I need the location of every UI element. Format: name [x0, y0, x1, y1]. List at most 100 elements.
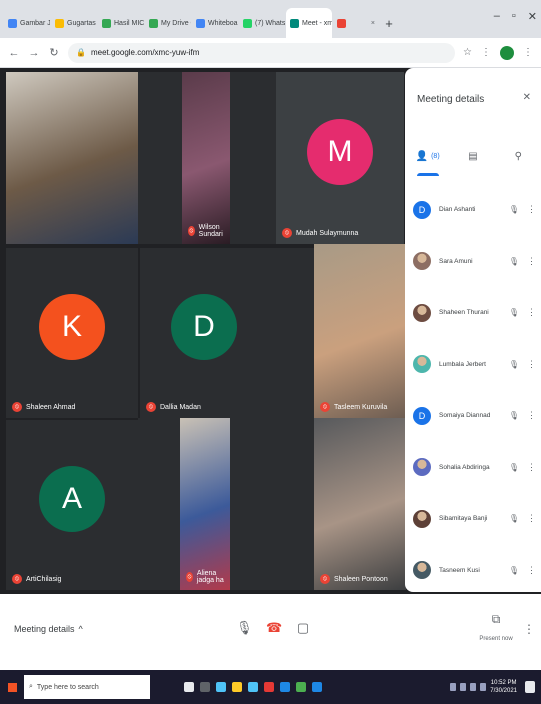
- participant-tile[interactable]: ⦸ Wilson Sundari: [182, 72, 230, 244]
- taskbar-app-icon[interactable]: [280, 682, 290, 692]
- start-button[interactable]: [0, 670, 24, 704]
- taskbar-app-icon[interactable]: [248, 682, 258, 692]
- participant-avatar: D: [171, 294, 237, 360]
- mic-muted-icon[interactable]: 🎙: [509, 566, 519, 575]
- minimize-icon[interactable]: –: [494, 10, 500, 23]
- tab-label: Whiteboard 6: [208, 19, 238, 27]
- present-now-button[interactable]: ⧉ Present now: [476, 612, 516, 645]
- participant-row[interactable]: Lumbala Jerbert 🎙 ⋮: [405, 339, 541, 391]
- participant-name: Shaheen Thurani: [439, 309, 489, 317]
- new-tab-button[interactable]: +: [380, 8, 398, 38]
- close-icon[interactable]: ✕: [523, 92, 531, 103]
- mic-muted-icon[interactable]: 🎙: [509, 205, 519, 214]
- close-window-icon[interactable]: ✕: [528, 10, 537, 23]
- tab-favicon-icon: [243, 18, 252, 28]
- mic-muted-icon[interactable]: 🎙: [509, 411, 519, 420]
- back-icon[interactable]: ←: [8, 47, 20, 59]
- panel-tab-activities[interactable]: ⚲: [503, 142, 533, 170]
- chevron-up-icon: ^: [78, 624, 83, 634]
- browser-tab[interactable]: Gugartas×: [51, 8, 97, 38]
- participant-tile[interactable]: ⦸ Aliena jadga ha: [180, 418, 230, 590]
- taskbar-app-icon[interactable]: [232, 682, 242, 692]
- more-options-icon[interactable]: ⋮: [527, 410, 536, 421]
- participant-row[interactable]: D Dian Ashanti 🎙 ⋮: [405, 184, 541, 236]
- mic-muted-icon[interactable]: 🎙: [509, 257, 519, 266]
- windows-logo-icon: [7, 682, 17, 692]
- star-icon[interactable]: ☆: [463, 47, 472, 58]
- more-options-icon[interactable]: ⋮: [527, 359, 536, 370]
- present-icon: ⧉: [491, 612, 501, 626]
- participant-name: ArtiChilasig: [26, 575, 62, 583]
- taskbar-app-icon[interactable]: [184, 682, 194, 692]
- more-options-icon[interactable]: ⋮: [523, 622, 535, 636]
- meeting-details-button[interactable]: Meeting details ^: [14, 624, 83, 634]
- microphone-icon[interactable]: 🎙: [236, 620, 253, 636]
- participant-row[interactable]: Sara Amuni 🎙 ⋮: [405, 236, 541, 288]
- lock-icon: 🔒: [76, 48, 86, 57]
- participant-row[interactable]: D Somaiya Diannad 🎙 ⋮: [405, 390, 541, 442]
- participant-tile[interactable]: ⦸ Tasleem Kuruvila: [314, 244, 406, 418]
- taskbar-app-icon[interactable]: [264, 682, 274, 692]
- participant-row[interactable]: Shaheen Thurani 🎙 ⋮: [405, 287, 541, 339]
- address-bar: ← → ↻ 🔒 meet.google.com/xmc-yuw-ifm ☆ ⋮ …: [0, 38, 541, 68]
- more-options-icon[interactable]: ⋮: [527, 462, 536, 473]
- browser-tab[interactable]: (7) WhatsApp×: [239, 8, 285, 38]
- reload-icon[interactable]: ↻: [48, 46, 60, 59]
- clock[interactable]: 10:52 PM 7/30/2021: [490, 679, 517, 695]
- url-text: meet.google.com/xmc-yuw-ifm: [90, 48, 200, 57]
- browser-tab[interactable]: Meet - xmc×: [286, 8, 332, 38]
- mic-muted-icon[interactable]: 🎙: [509, 308, 519, 317]
- tab-close-icon[interactable]: ×: [371, 20, 375, 27]
- participant-tile[interactable]: [6, 72, 138, 244]
- taskbar-app-icon[interactable]: [296, 682, 306, 692]
- forward-icon[interactable]: →: [28, 47, 40, 59]
- profile-avatar[interactable]: [500, 45, 514, 60]
- participant-tile[interactable]: A ⦸ ArtiChilasig: [6, 420, 138, 590]
- panel-tab-chat[interactable]: ▤: [458, 142, 488, 170]
- maximize-icon[interactable]: ▫: [512, 10, 516, 23]
- browser-menu-icon[interactable]: ⋮: [523, 47, 533, 58]
- participant-avatar: D: [413, 406, 431, 425]
- taskbar-app-icon[interactable]: [312, 682, 322, 692]
- network-icon[interactable]: [470, 683, 477, 691]
- participant-row[interactable]: Sohalia Abdiringa 🎙 ⋮: [405, 442, 541, 494]
- camera-icon[interactable]: ▢: [296, 620, 310, 636]
- browser-tab[interactable]: My Drive Guru×: [145, 8, 191, 38]
- participant-name-tag: ⦸ Tasleem Kuruvila: [320, 402, 387, 412]
- mic-muted-icon[interactable]: 🎙: [509, 360, 519, 369]
- participant-tile[interactable]: ⦸ Shaleen Pontoon: [314, 418, 406, 590]
- taskbar-app-icon[interactable]: [200, 682, 210, 692]
- tray-icon[interactable]: [460, 683, 467, 691]
- more-options-icon[interactable]: ⋮: [527, 513, 536, 524]
- tab-favicon-icon: [196, 18, 205, 28]
- panel-tab-people[interactable]: 👤 (8): [413, 142, 443, 176]
- mic-muted-icon[interactable]: 🎙: [509, 463, 519, 472]
- url-input[interactable]: 🔒 meet.google.com/xmc-yuw-ifm: [68, 42, 456, 63]
- participant-name: Tasleem Kuruvila: [334, 403, 388, 411]
- tile-background: [138, 418, 180, 590]
- browser-tab[interactable]: ×: [333, 8, 379, 38]
- participant-row[interactable]: Sibamitaya Banji 🎙 ⋮: [405, 493, 541, 545]
- taskbar-apps: [184, 682, 322, 692]
- more-options-icon[interactable]: ⋮: [527, 256, 536, 267]
- extensions-icon[interactable]: ⋮: [481, 47, 491, 58]
- more-options-icon[interactable]: ⋮: [527, 565, 536, 576]
- participant-name: Somaiya Diannad: [439, 412, 491, 420]
- participant-row[interactable]: Tasneem Kusi 🎙 ⋮: [405, 545, 541, 597]
- taskbar-app-icon[interactable]: [216, 682, 226, 692]
- browser-tab[interactable]: Whiteboard 6×: [192, 8, 238, 38]
- more-options-icon[interactable]: ⋮: [527, 204, 536, 215]
- participant-avatar: [413, 252, 431, 271]
- browser-tab[interactable]: Hasil MICom×: [98, 8, 144, 38]
- hang-up-icon[interactable]: ☎: [266, 620, 282, 636]
- more-options-icon[interactable]: ⋮: [527, 307, 536, 318]
- browser-tab[interactable]: Gambar Jalan×: [4, 8, 50, 38]
- participant-tile[interactable]: D ⦸ Dallia Madan: [140, 248, 268, 418]
- volume-icon[interactable]: [480, 683, 487, 691]
- tray-icon[interactable]: [450, 683, 457, 691]
- participant-tile[interactable]: K ⦸ Shaleen Ahmad: [6, 248, 138, 418]
- notification-icon[interactable]: [525, 681, 535, 693]
- participant-tile[interactable]: M ⦸ Mudah Sulaymunna: [276, 72, 404, 244]
- taskbar-search[interactable]: ⌕ Type here to search: [24, 675, 150, 699]
- mic-muted-icon[interactable]: 🎙: [509, 514, 519, 523]
